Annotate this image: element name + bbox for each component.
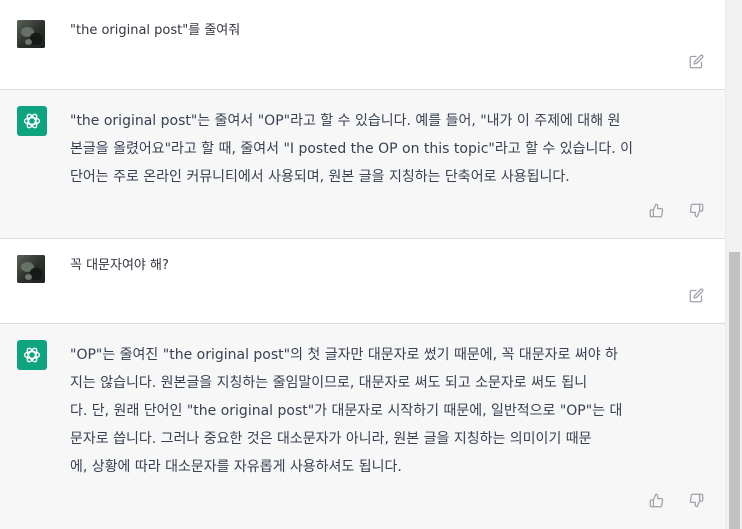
chatgpt-logo-icon bbox=[17, 106, 47, 136]
user-avatar bbox=[17, 20, 45, 48]
scrollbar-thumb[interactable] bbox=[729, 252, 740, 529]
assistant-message: "OP"는 줄여진 "the original post"의 첫 글자만 대문자… bbox=[0, 324, 725, 529]
message-text: "the original post"를 줄여줘 bbox=[70, 23, 241, 38]
user-message: "the original post"를 줄여줘 bbox=[0, 0, 725, 90]
thumbs-down-icon[interactable] bbox=[687, 201, 705, 219]
user-avatar bbox=[17, 255, 45, 283]
user-message: 꼭 대문자여야 해? bbox=[0, 239, 725, 324]
thumbs-up-icon[interactable] bbox=[647, 491, 665, 509]
edit-icon[interactable] bbox=[687, 52, 705, 70]
scrollbar[interactable] bbox=[725, 0, 742, 529]
edit-icon[interactable] bbox=[687, 286, 705, 304]
chat-thread: "the original post"를 줄여줘 "the original p… bbox=[0, 0, 725, 529]
chatgpt-logo-icon bbox=[17, 340, 47, 370]
message-text: 꼭 대문자여야 해? bbox=[70, 258, 169, 273]
thumbs-up-icon[interactable] bbox=[647, 201, 665, 219]
assistant-message: "the original post"는 줄여서 "OP"라고 할 수 있습니다… bbox=[0, 90, 725, 239]
message-text: "OP"는 줄여진 "the original post"의 첫 글자만 대문자… bbox=[70, 347, 623, 475]
thumbs-down-icon[interactable] bbox=[687, 491, 705, 509]
message-text: "the original post"는 줄여서 "OP"라고 할 수 있습니다… bbox=[70, 113, 634, 185]
